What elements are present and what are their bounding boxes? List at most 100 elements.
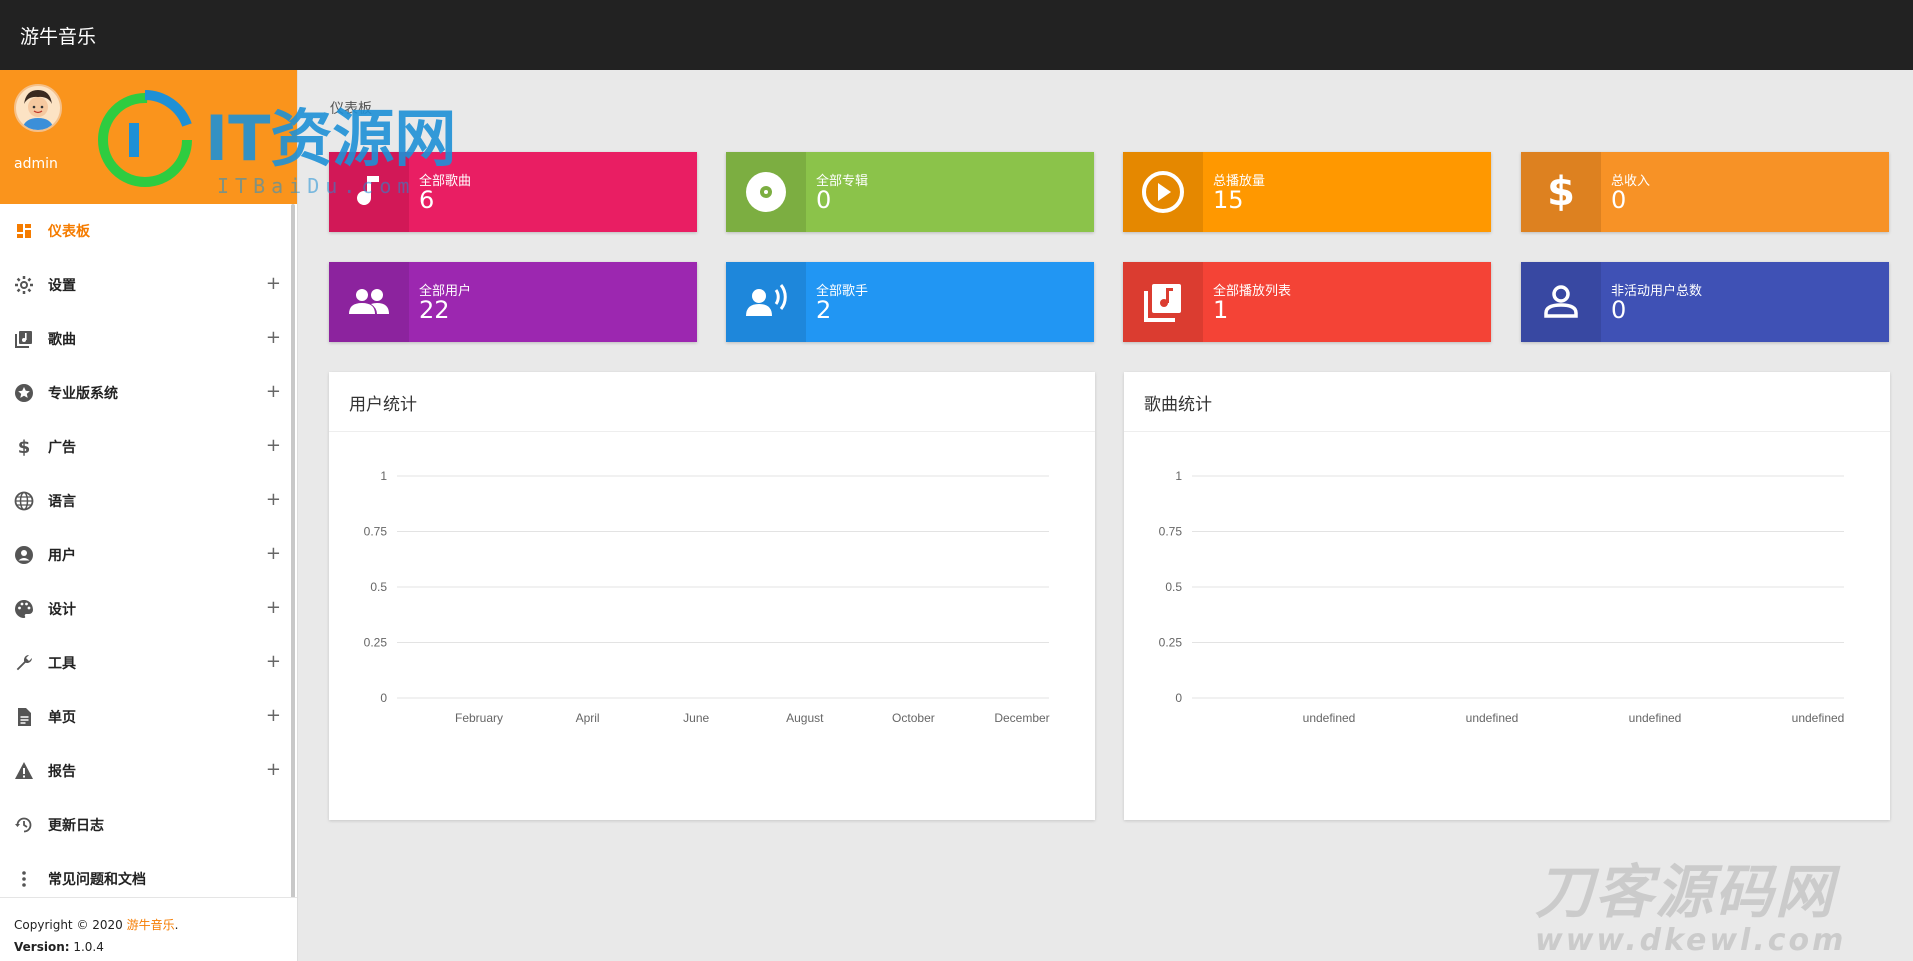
dashboard-icon bbox=[14, 221, 34, 241]
sidebar-scrollbar[interactable] bbox=[291, 204, 295, 959]
expand-icon[interactable]: + bbox=[266, 327, 281, 348]
version-line: Version: 1.0.4 bbox=[14, 936, 283, 958]
sidebar-footer: Copyright © 2020 游牛音乐. Version: 1.0.4 bbox=[0, 897, 297, 961]
y-tick-label: 0 bbox=[380, 691, 387, 705]
sidebar-item-0[interactable]: 仪表板 bbox=[0, 204, 297, 258]
expand-icon[interactable]: + bbox=[266, 435, 281, 456]
stat-card[interactable]: 非活动用户总数 0 bbox=[1521, 262, 1889, 342]
panel-title: 歌曲统计 bbox=[1144, 395, 1212, 415]
sidebar-item-7[interactable]: 设计 + bbox=[0, 582, 297, 636]
palette-icon bbox=[14, 599, 34, 619]
wrench-icon bbox=[14, 653, 34, 673]
stat-value: 0 bbox=[1611, 186, 1627, 214]
sidebar-item-5[interactable]: 语言 + bbox=[0, 474, 297, 528]
expand-icon[interactable]: + bbox=[266, 543, 281, 564]
sidebar-item-9[interactable]: 单页 + bbox=[0, 690, 297, 744]
person-outline-icon bbox=[1521, 262, 1601, 342]
watermark-dkewl: 刀客源码网 www.dkewl.com bbox=[1535, 860, 1846, 958]
sidebar-item-label: 更新日志 bbox=[48, 818, 104, 834]
sidebar-item-label: 常见问题和文档 bbox=[48, 872, 146, 888]
sidebar-item-label: 单页 bbox=[48, 710, 76, 726]
copyright-link[interactable]: 游牛音乐 bbox=[127, 918, 175, 932]
gear-icon bbox=[14, 275, 34, 295]
stat-value: 22 bbox=[419, 296, 450, 324]
app-title[interactable]: 游牛音乐 bbox=[20, 22, 96, 49]
sidebar-item-11[interactable]: 更新日志 bbox=[0, 798, 297, 852]
y-tick-label: 0.5 bbox=[1165, 580, 1182, 594]
version-value: 1.0.4 bbox=[69, 940, 104, 954]
sidebar-item-4[interactable]: $ 广告 + bbox=[0, 420, 297, 474]
watermark-secondary-title: 刀客源码网 bbox=[1535, 858, 1836, 926]
svg-text:$: $ bbox=[18, 437, 31, 457]
sidebar-item-6[interactable]: 用户 + bbox=[0, 528, 297, 582]
copyright-line: Copyright © 2020 游牛音乐. bbox=[14, 914, 283, 936]
sidebar-item-3[interactable]: 专业版系统 + bbox=[0, 366, 297, 420]
x-tick-label: undefined bbox=[1629, 711, 1682, 725]
sidebar-item-label: 报告 bbox=[48, 764, 76, 780]
x-tick-label: February bbox=[455, 711, 503, 725]
speaker-voice-icon bbox=[726, 262, 806, 342]
y-tick-label: 0.75 bbox=[364, 525, 388, 539]
y-tick-label: 0.5 bbox=[370, 580, 387, 594]
y-tick-label: 0.75 bbox=[1159, 525, 1183, 539]
stat-card[interactable]: 全部播放列表 1 bbox=[1123, 262, 1491, 342]
dollar-icon: $ bbox=[14, 437, 34, 457]
sidebar-item-1[interactable]: 设置 + bbox=[0, 258, 297, 312]
sidebar-item-label: 设置 bbox=[48, 278, 76, 294]
sidebar-item-label: 工具 bbox=[48, 656, 76, 672]
stat-card[interactable]: 全部用户 22 bbox=[329, 262, 697, 342]
star-icon bbox=[14, 383, 34, 403]
stat-value: 0 bbox=[816, 186, 832, 214]
sidebar-item-label: 歌曲 bbox=[48, 332, 76, 348]
stat-value: 0 bbox=[1611, 296, 1627, 324]
sidebar-item-10[interactable]: 报告 + bbox=[0, 744, 297, 798]
avatar[interactable] bbox=[14, 84, 62, 132]
warning-icon bbox=[14, 761, 34, 781]
watermark-secondary-sub: www.dkewl.com bbox=[1535, 923, 1847, 958]
copyright-text: Copyright © 2020 bbox=[14, 918, 127, 932]
watermark-itbaidu: IT资源网 ITBaiDu.com bbox=[95, 85, 515, 209]
document-icon bbox=[14, 707, 34, 727]
song-stats-panel: 歌曲统计 1 0.75 0.5 0.25 0 undefined undefined unde… bbox=[1124, 372, 1890, 820]
expand-icon[interactable]: + bbox=[266, 489, 281, 510]
copyright-suffix: . bbox=[174, 918, 179, 932]
disc-icon bbox=[726, 152, 806, 232]
watermark-logo: IT资源网 ITBaiDu.com bbox=[98, 90, 456, 198]
y-tick-label: 1 bbox=[1175, 469, 1182, 483]
sidebar-item-label: 仪表板 bbox=[48, 224, 90, 240]
sidebar-item-label: 广告 bbox=[48, 440, 76, 456]
stat-card[interactable]: 总播放量 15 bbox=[1123, 152, 1491, 232]
sidebar-nav: 仪表板 设置 + 歌曲 + 专业版系统 + $ 广告 + 语言 + 用户 + 设计 + 工具 + 单页 + 报告 + 更新日… bbox=[0, 204, 297, 906]
y-tick-label: 0.25 bbox=[364, 636, 388, 650]
dollar-icon: $ bbox=[1521, 152, 1601, 232]
stat-card[interactable]: 全部专辑 0 bbox=[726, 152, 1094, 232]
expand-icon[interactable]: + bbox=[266, 597, 281, 618]
sidebar-item-8[interactable]: 工具 + bbox=[0, 636, 297, 690]
y-tick-label: 1 bbox=[380, 469, 387, 483]
x-tick-label: April bbox=[576, 711, 600, 725]
sidebar-item-2[interactable]: 歌曲 + bbox=[0, 312, 297, 366]
panel-title: 用户统计 bbox=[349, 395, 417, 415]
x-tick-label: undefined bbox=[1466, 711, 1519, 725]
expand-icon[interactable]: + bbox=[266, 381, 281, 402]
expand-icon[interactable]: + bbox=[266, 273, 281, 294]
play-circle-icon bbox=[1123, 152, 1203, 232]
x-tick-label: August bbox=[786, 711, 824, 725]
stat-card[interactable]: $ 总收入 0 bbox=[1521, 152, 1889, 232]
user-stats-panel: 用户统计 1 0.75 0.5 0.25 0 February April June Augus… bbox=[329, 372, 1095, 820]
stat-card[interactable]: 全部歌手 2 bbox=[726, 262, 1094, 342]
user-circle-icon bbox=[14, 545, 34, 565]
avatar-illustration bbox=[16, 86, 60, 130]
version-label: Version: bbox=[14, 940, 70, 954]
people-icon bbox=[329, 262, 409, 342]
sidebar-item-label: 专业版系统 bbox=[48, 386, 118, 402]
library-music-icon bbox=[1123, 262, 1203, 342]
expand-icon[interactable]: + bbox=[266, 651, 281, 672]
expand-icon[interactable]: + bbox=[266, 759, 281, 780]
watermark-title: IT资源网 bbox=[205, 102, 456, 175]
sidebar-item-label: 设计 bbox=[48, 602, 76, 618]
x-tick-label: undefined bbox=[1792, 711, 1845, 725]
sidebar-username[interactable]: admin bbox=[14, 156, 58, 172]
expand-icon[interactable]: + bbox=[266, 705, 281, 726]
watermark-subtitle: ITBaiDu.com bbox=[217, 174, 415, 198]
